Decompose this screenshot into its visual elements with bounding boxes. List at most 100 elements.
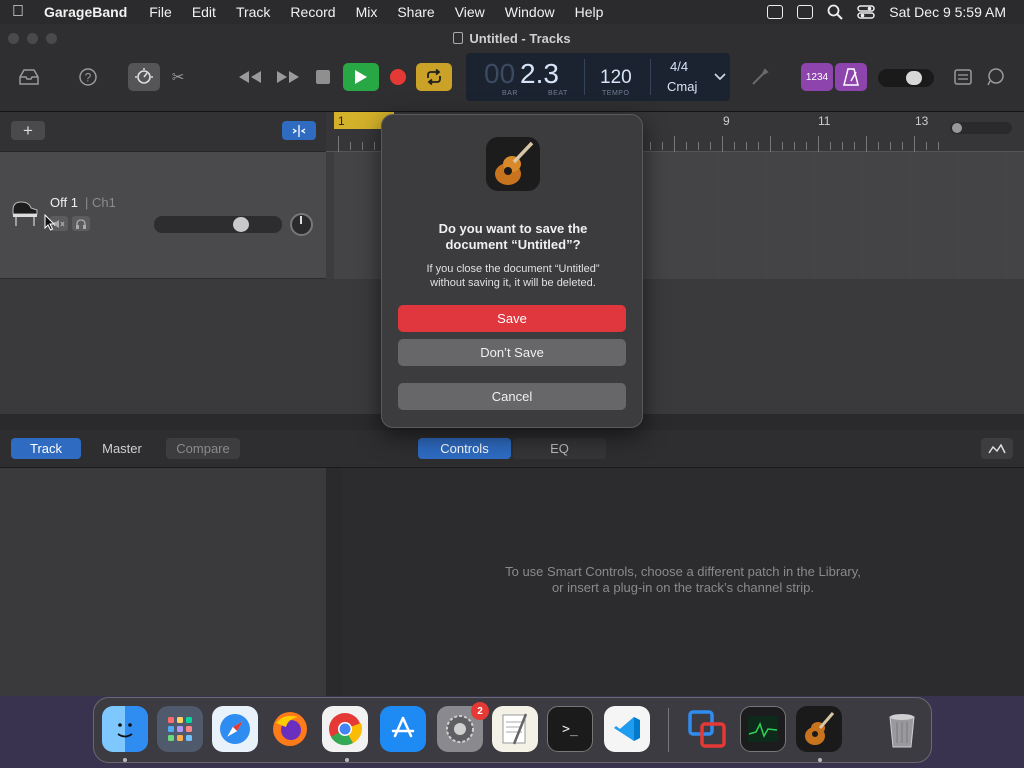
menu-window[interactable]: Window <box>495 4 565 20</box>
gear-icon <box>446 715 474 743</box>
grid-line <box>814 152 815 279</box>
add-track-button[interactable]: + <box>11 121 45 140</box>
track-volume-knob[interactable] <box>233 217 249 232</box>
compass-icon <box>220 714 250 744</box>
system-settings-icon[interactable]: 2 <box>437 702 489 752</box>
cancel-button[interactable]: Cancel <box>398 383 626 410</box>
fast-forward-button[interactable] <box>274 69 302 85</box>
dialog-title-line: document “Untitled”? <box>445 237 581 252</box>
lcd-bar-value: 00 <box>484 58 516 89</box>
garageband-dock-icon[interactable] <box>796 706 842 752</box>
track-headers: + Off 1 | Ch1 <box>0 112 326 414</box>
dock-separator <box>668 708 669 752</box>
menu-record[interactable]: Record <box>280 4 345 20</box>
safari-icon[interactable] <box>212 706 258 752</box>
smart-controls-button[interactable] <box>128 63 160 91</box>
menubar-clock[interactable]: Sat Dec 9 5:59 AM <box>889 4 1006 20</box>
quick-help-icon[interactable]: ? <box>78 67 98 87</box>
launchpad-icon[interactable] <box>157 706 203 752</box>
lcd-tempo-label: TEMPO <box>602 90 630 97</box>
metronome-button[interactable] <box>835 63 867 91</box>
ruler-tick <box>362 142 363 150</box>
graph-icon <box>988 443 1006 453</box>
menu-edit[interactable]: Edit <box>182 4 226 20</box>
notepad-icon[interactable] <box>954 69 972 85</box>
menu-mix[interactable]: Mix <box>346 4 388 20</box>
catch-playhead-button[interactable] <box>282 121 316 140</box>
zoom-window-button[interactable] <box>46 33 57 44</box>
activity-graph-icon <box>748 716 778 742</box>
catch-playhead-icon <box>292 124 306 137</box>
solo-button[interactable] <box>72 216 90 231</box>
zoom-slider-knob[interactable] <box>952 123 962 133</box>
menu-track[interactable]: Track <box>226 4 280 20</box>
ruler-tick <box>734 142 735 150</box>
compare-button[interactable]: Compare <box>166 438 240 459</box>
lcd-time-signature: 4/4 <box>670 59 689 74</box>
textedit-icon[interactable] <box>492 706 538 752</box>
master-volume-slider[interactable] <box>878 69 934 87</box>
terminal-icon[interactable]: >_ <box>547 706 593 752</box>
record-button[interactable] <box>390 69 406 85</box>
track-name[interactable]: Off 1 <box>50 195 78 210</box>
stop-button[interactable] <box>316 70 330 84</box>
tuner-icon[interactable] <box>750 67 770 87</box>
control-bar: ? ✂ 00 2.3 BAR BEAT 120 TEMPO 4/4 Cmaj 1… <box>0 52 1024 112</box>
lcd-bar-label: BAR <box>502 90 518 97</box>
app-store-icon[interactable] <box>380 706 426 752</box>
save-dialog: Do you want to save the document “Untitl… <box>381 114 643 428</box>
ruler-tick <box>338 136 339 152</box>
play-button[interactable] <box>343 63 379 91</box>
finder-face-icon <box>117 723 133 738</box>
apple-menu-icon[interactable]:  <box>0 3 36 21</box>
menu-share[interactable]: Share <box>387 4 444 20</box>
ruler-tick <box>698 142 699 150</box>
chevron-down-icon[interactable] <box>714 73 726 81</box>
track-volume-slider[interactable] <box>154 216 282 233</box>
loop-browser-icon[interactable] <box>986 68 1006 86</box>
menu-view[interactable]: View <box>445 4 495 20</box>
inspector-toggle-button[interactable] <box>981 438 1013 459</box>
tab-eq[interactable]: EQ <box>513 438 606 459</box>
lcd-tempo-value: 120 <box>600 67 632 88</box>
control-center-icon[interactable] <box>857 5 876 19</box>
close-window-button[interactable] <box>8 33 19 44</box>
tab-controls[interactable]: Controls <box>418 438 511 459</box>
ruler-tick <box>686 142 687 150</box>
master-volume-knob[interactable] <box>906 71 922 85</box>
ruler-tick <box>746 142 747 150</box>
menu-file[interactable]: File <box>139 4 182 20</box>
finder-icon[interactable] <box>102 706 148 752</box>
rewind-button[interactable] <box>236 69 264 85</box>
activity-monitor-icon[interactable] <box>740 706 786 752</box>
minimize-window-button[interactable] <box>27 33 38 44</box>
ruler-tick <box>902 142 903 150</box>
search-icon[interactable] <box>827 4 843 20</box>
stage-manager-icon[interactable] <box>797 5 814 19</box>
trash-icon[interactable] <box>879 706 925 752</box>
app-menu[interactable]: GarageBand <box>36 4 139 20</box>
track-row[interactable]: Off 1 | Ch1 <box>0 152 326 279</box>
chrome-icon[interactable] <box>322 706 368 752</box>
save-button[interactable]: Save <box>398 305 626 332</box>
zoom-slider[interactable] <box>950 122 1012 134</box>
cycle-button[interactable] <box>416 63 452 91</box>
scissors-icon[interactable]: ✂ <box>168 66 188 88</box>
track-headers-toolbar: + <box>0 112 326 152</box>
track-channel: | Ch1 <box>85 195 116 210</box>
vscode-icon[interactable] <box>604 706 650 752</box>
ruler-mark-1: 1 <box>338 114 345 128</box>
pan-knob[interactable] <box>290 213 313 236</box>
screen-capture-icon[interactable] <box>767 5 784 19</box>
tab-master[interactable]: Master <box>86 438 158 459</box>
lcd-display[interactable]: 00 2.3 BAR BEAT 120 TEMPO 4/4 Cmaj <box>466 53 730 101</box>
menu-help[interactable]: Help <box>565 4 614 20</box>
firefox-icon[interactable] <box>267 706 313 752</box>
count-in-button[interactable]: 1234 <box>801 63 833 91</box>
dont-save-button[interactable]: Don’t Save <box>398 339 626 366</box>
ruler-tick <box>938 142 939 150</box>
ruler-tick <box>650 142 651 150</box>
tab-track[interactable]: Track <box>11 438 81 459</box>
library-icon[interactable] <box>18 68 40 86</box>
vmware-icon[interactable] <box>684 706 730 752</box>
